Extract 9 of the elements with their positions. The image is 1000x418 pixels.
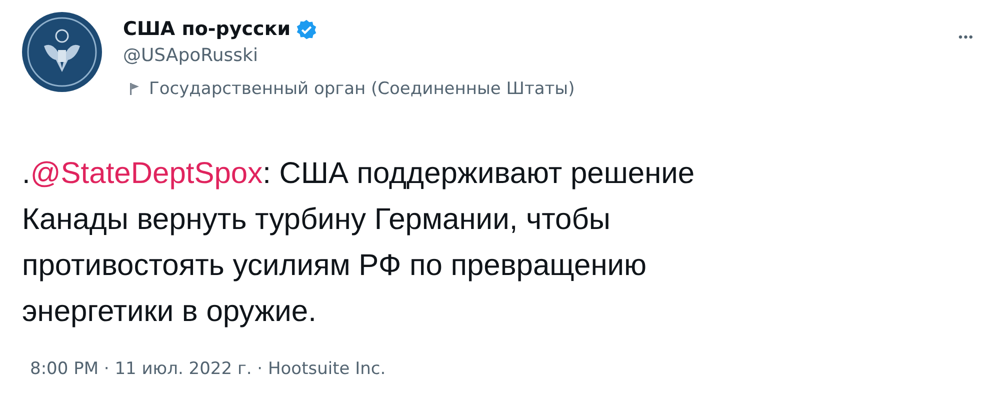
flag-icon (129, 82, 141, 96)
account-name[interactable]: США по-русски (123, 18, 291, 40)
tweet-text: .@StateDeptSpox: США поддерживают решение Канады вернуть турбину Германии, чтобы противостоять усилиям РФ по превращению энергетики в оружие. (22, 156, 696, 330)
tweet-timestamp[interactable]: 8:00 PM · 11 июл. 2022 г. · Hootsuite Inc. (22, 359, 978, 379)
seal-avatar-icon[interactable] (22, 12, 102, 92)
account-label: Государственный орган (Соединенные Штаты) (149, 79, 575, 99)
account-handle[interactable]: @USApoRusski (123, 45, 954, 66)
more-options-button[interactable]: ••• (954, 26, 978, 48)
mention-link[interactable]: @StateDeptSpox (30, 157, 263, 190)
